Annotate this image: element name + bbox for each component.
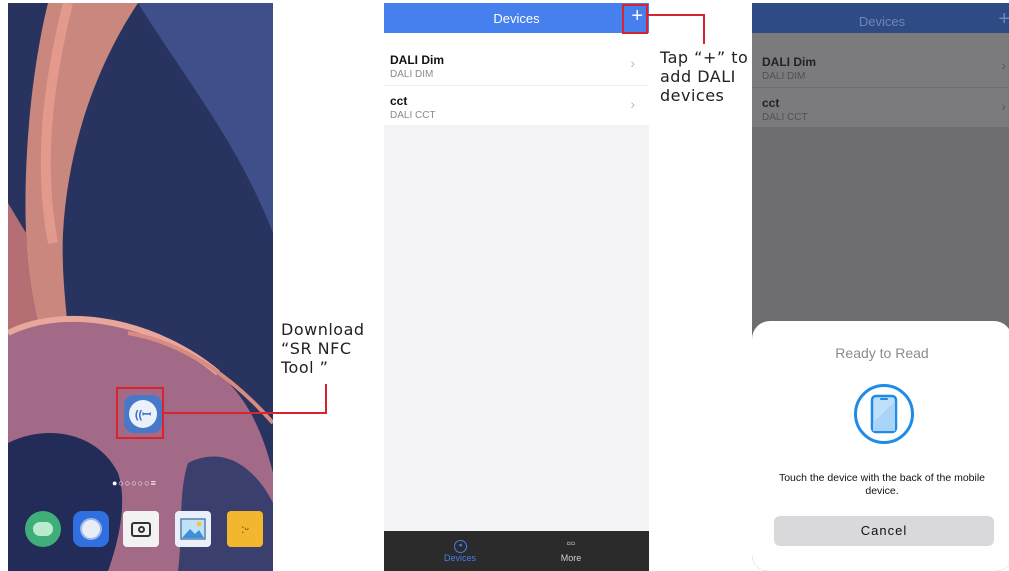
nfc-scan-screen: Devices + DALI Dim DALI DIM › cct DALI C… — [752, 3, 1009, 571]
device-row: cct DALI CCT › — [752, 87, 1009, 127]
notes-icon[interactable]: :ᵕ — [227, 511, 263, 547]
add-button-highlight-box — [622, 4, 648, 34]
device-row[interactable]: DALI Dim DALI DIM › — [384, 45, 649, 85]
devices-tab-icon: ◂ — [453, 540, 467, 553]
home-screen: ((ꟷ ●○○○○○≡ :ᵕ — [8, 3, 273, 571]
add-device-button: + — [998, 8, 1009, 30]
callout-line-horizontal — [648, 14, 705, 16]
page-indicator[interactable]: ●○○○○○≡ — [112, 478, 157, 488]
device-type: DALI DIM — [390, 69, 434, 80]
tap-line-2: add DALI — [660, 67, 736, 86]
browser-icon[interactable] — [73, 511, 109, 547]
list-spacer — [384, 33, 649, 45]
callout-line-horizontal — [164, 412, 327, 414]
chevron-right-icon: › — [630, 55, 635, 71]
bottom-tab-bar: ◂ Devices ▫▫ More — [384, 531, 649, 571]
tab-more-label: More — [560, 553, 582, 563]
device-type: DALI CCT — [762, 112, 808, 123]
download-instruction: Download “SR NFC Tool ” — [281, 320, 365, 377]
tab-more[interactable]: ▫▫ More — [541, 535, 601, 563]
messages-icon[interactable] — [25, 511, 61, 547]
tap-instruction: Tap “+” to add DALI devices — [660, 48, 748, 105]
device-name: cct — [390, 94, 408, 108]
page-title: Devices — [493, 11, 540, 26]
device-type: DALI DIM — [762, 71, 806, 82]
chevron-right-icon: › — [1001, 98, 1006, 114]
grid-icon: ▫▫ — [566, 536, 576, 550]
tap-line-1: Tap “+” to — [660, 48, 749, 67]
page-title: Devices — [858, 14, 906, 29]
callout-line-vertical — [325, 384, 327, 414]
callout-line-vertical — [703, 14, 705, 44]
download-line-1: Download — [281, 320, 365, 339]
app-header-dimmed: Devices + — [752, 3, 1009, 33]
nfc-app-highlight-box — [116, 387, 164, 439]
sheet-title: Ready to Read — [835, 345, 929, 361]
devices-screen: Devices + DALI Dim DALI DIM › cct DALI C… — [384, 3, 649, 571]
device-row[interactable]: cct DALI CCT › — [384, 85, 649, 125]
camera-icon[interactable] — [123, 511, 159, 547]
sheet-message: Touch the device with the back of the mo… — [778, 472, 986, 497]
device-row: DALI Dim DALI DIM › — [752, 47, 1009, 87]
tab-devices[interactable]: ◂ Devices — [430, 535, 490, 563]
chevron-right-icon: › — [1001, 57, 1006, 73]
tab-devices-label: Devices — [443, 553, 476, 563]
device-name: DALI Dim — [390, 53, 444, 67]
device-name: cct — [762, 96, 780, 110]
cancel-button[interactable]: Cancel — [774, 516, 994, 546]
device-name: DALI Dim — [762, 55, 816, 69]
gallery-icon[interactable] — [175, 511, 211, 547]
download-line-2: “SR NFC — [281, 339, 352, 358]
list-spacer — [752, 33, 1009, 47]
phone-icon — [854, 384, 914, 444]
tap-line-3: devices — [660, 86, 725, 105]
nfc-ready-sheet: Ready to Read Touch the device with the … — [752, 321, 1009, 571]
device-type: DALI CCT — [390, 110, 436, 121]
download-line-3: Tool ” — [281, 358, 329, 377]
app-header: Devices + — [384, 3, 649, 33]
chevron-right-icon: › — [630, 96, 635, 112]
